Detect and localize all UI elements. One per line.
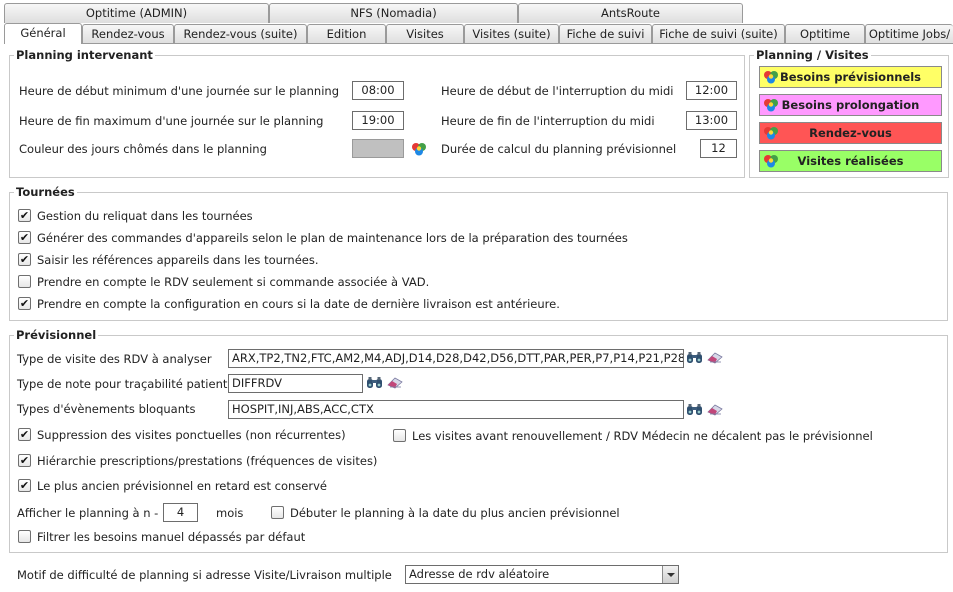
visites-realisees-label: Visites réalisées (797, 154, 904, 168)
color-picker-icon (763, 154, 779, 168)
besoins-prolongation-button[interactable]: Besoins prolongation (759, 94, 942, 116)
besoins-previsionnels-label: Besoins prévisionnels (779, 70, 922, 84)
previsionnel-legend: Prévisionnel (14, 328, 99, 342)
oldest-checkbox[interactable]: ✔ (18, 479, 31, 492)
lunch-start-field[interactable]: 12:00 (686, 81, 737, 100)
tab-antsroute[interactable]: AntsRoute (518, 3, 743, 23)
tab-fiche-de-suivi[interactable]: Fiche de suivi (559, 24, 652, 44)
tab-edition[interactable]: Edition (307, 24, 386, 44)
tab-general[interactable]: Général (4, 23, 82, 44)
color-picker-icon (763, 98, 779, 112)
calc-duration-field[interactable]: 12 (700, 139, 737, 158)
note-type-label: Type de note pour traçabilité patient (17, 377, 228, 391)
color-picker-icon[interactable] (411, 142, 427, 156)
calc-duration-label: Durée de calcul du planning prévisionnel (441, 142, 677, 156)
binoculars-icon[interactable] (366, 376, 384, 389)
end-max-field[interactable]: 19:00 (352, 111, 404, 130)
days-off-color-swatch[interactable] (352, 139, 404, 158)
tab-optitime[interactable]: Optitime (785, 24, 865, 44)
tab-visites[interactable]: Visites (386, 24, 464, 44)
rdv-vad-checkbox[interactable] (18, 275, 31, 288)
config-delivery-label: Prendre en compte la configuration en co… (37, 297, 560, 311)
besoins-prolongation-label: Besoins prolongation (781, 98, 920, 112)
start-min-label: Heure de début minimum d'une journée sur… (19, 84, 340, 98)
show-planning-prefix: Afficher le planning à n - (17, 506, 159, 520)
show-planning-months-field[interactable]: 4 (163, 503, 198, 522)
eraser-icon[interactable] (386, 376, 404, 389)
tab-fiche-de-suivi-suite[interactable]: Fiche de suivi (suite) (652, 24, 785, 44)
note-type-field[interactable]: DIFFRDV (228, 374, 363, 393)
device-refs-checkbox[interactable]: ✔ (18, 253, 31, 266)
lunch-start-label: Heure de début de l'interruption du midi (441, 84, 674, 98)
hierarchy-label: Hiérarchie prescriptions/prestations (fr… (37, 454, 378, 468)
visites-realisees-button[interactable]: Visites réalisées (759, 150, 942, 172)
start-oldest-checkbox[interactable] (271, 506, 284, 519)
lunch-end-field[interactable]: 13:00 (686, 111, 737, 130)
tab-optitime-jobs[interactable]: Optitime Jobs/ (865, 24, 953, 44)
visit-types-label: Type de visite des RDV à analyser (17, 352, 212, 366)
renewal-label: Les visites avant renouvellement / RDV M… (412, 429, 873, 443)
eraser-icon[interactable] (706, 351, 724, 364)
dropdown-arrow-icon[interactable] (662, 566, 678, 583)
generate-orders-label: Générer des commandes d'appareils selon … (37, 231, 628, 245)
planning-visites-legend: Planning / Visites (754, 48, 871, 62)
days-off-color-label: Couleur des jours chômés dans le plannin… (19, 142, 267, 156)
show-planning-suffix: mois (216, 506, 244, 520)
lunch-end-label: Heure de fin de l'interruption du midi (441, 114, 655, 128)
renewal-checkbox[interactable] (393, 429, 406, 442)
planning-intervenant-legend: Planning intervenant (14, 48, 155, 62)
tournees-legend: Tournées (14, 185, 77, 199)
besoins-previsionnels-button[interactable]: Besoins prévisionnels (759, 66, 942, 88)
config-delivery-checkbox[interactable]: ✔ (18, 297, 31, 310)
hierarchy-checkbox[interactable]: ✔ (18, 454, 31, 467)
motif-selected-value: Adresse de rdv aléatoire (409, 567, 550, 581)
blocking-events-field[interactable]: HOSPIT,INJ,ABS,ACC,CTX (228, 400, 684, 419)
blocking-events-label: Types d'évènements bloquants (17, 402, 196, 416)
motif-label: Motif de difficulté de planning si adres… (17, 568, 392, 582)
reliquat-label: Gestion du reliquat dans les tournées (37, 209, 253, 223)
oldest-label: Le plus ancien prévisionnel en retard es… (37, 479, 327, 493)
filter-label: Filtrer les besoins manuel dépassés par … (37, 530, 306, 544)
tab-visites-suite[interactable]: Visites (suite) (464, 24, 559, 44)
visit-types-field[interactable]: ARX,TP2,TN2,FTC,AM2,M4,ADJ,D14,D28,D42,D… (228, 349, 684, 368)
generate-orders-checkbox[interactable]: ✔ (18, 231, 31, 244)
rdv-vad-label: Prendre en compte le RDV seulement si co… (37, 275, 430, 289)
rendez-vous-label: Rendez-vous (809, 126, 892, 140)
filter-checkbox[interactable] (18, 530, 31, 543)
binoculars-icon[interactable] (686, 403, 704, 416)
tab-divider (82, 43, 953, 44)
tab-rendez-vous[interactable]: Rendez-vous (82, 24, 174, 44)
rendez-vous-button[interactable]: Rendez-vous (759, 122, 942, 144)
motif-select[interactable]: Adresse de rdv aléatoire (405, 565, 679, 584)
color-picker-icon (763, 126, 779, 140)
start-min-field[interactable]: 08:00 (352, 81, 404, 100)
tab-nfs-nomadia[interactable]: NFS (Nomadia) (269, 3, 518, 23)
suppression-checkbox[interactable]: ✔ (18, 428, 31, 441)
color-picker-icon (763, 70, 779, 84)
tab-optitime-admin[interactable]: Optitime (ADMIN) (4, 3, 269, 23)
suppression-label: Suppression des visites ponctuelles (non… (37, 428, 346, 442)
device-refs-label: Saisir les références appareils dans les… (37, 253, 319, 267)
eraser-icon[interactable] (706, 403, 724, 416)
binoculars-icon[interactable] (686, 351, 704, 364)
end-max-label: Heure de fin maximum d'une journée sur l… (19, 114, 324, 128)
reliquat-checkbox[interactable]: ✔ (18, 209, 31, 222)
tab-rendez-vous-suite[interactable]: Rendez-vous (suite) (174, 24, 307, 44)
start-oldest-label: Débuter le planning à la date du plus an… (290, 506, 620, 520)
